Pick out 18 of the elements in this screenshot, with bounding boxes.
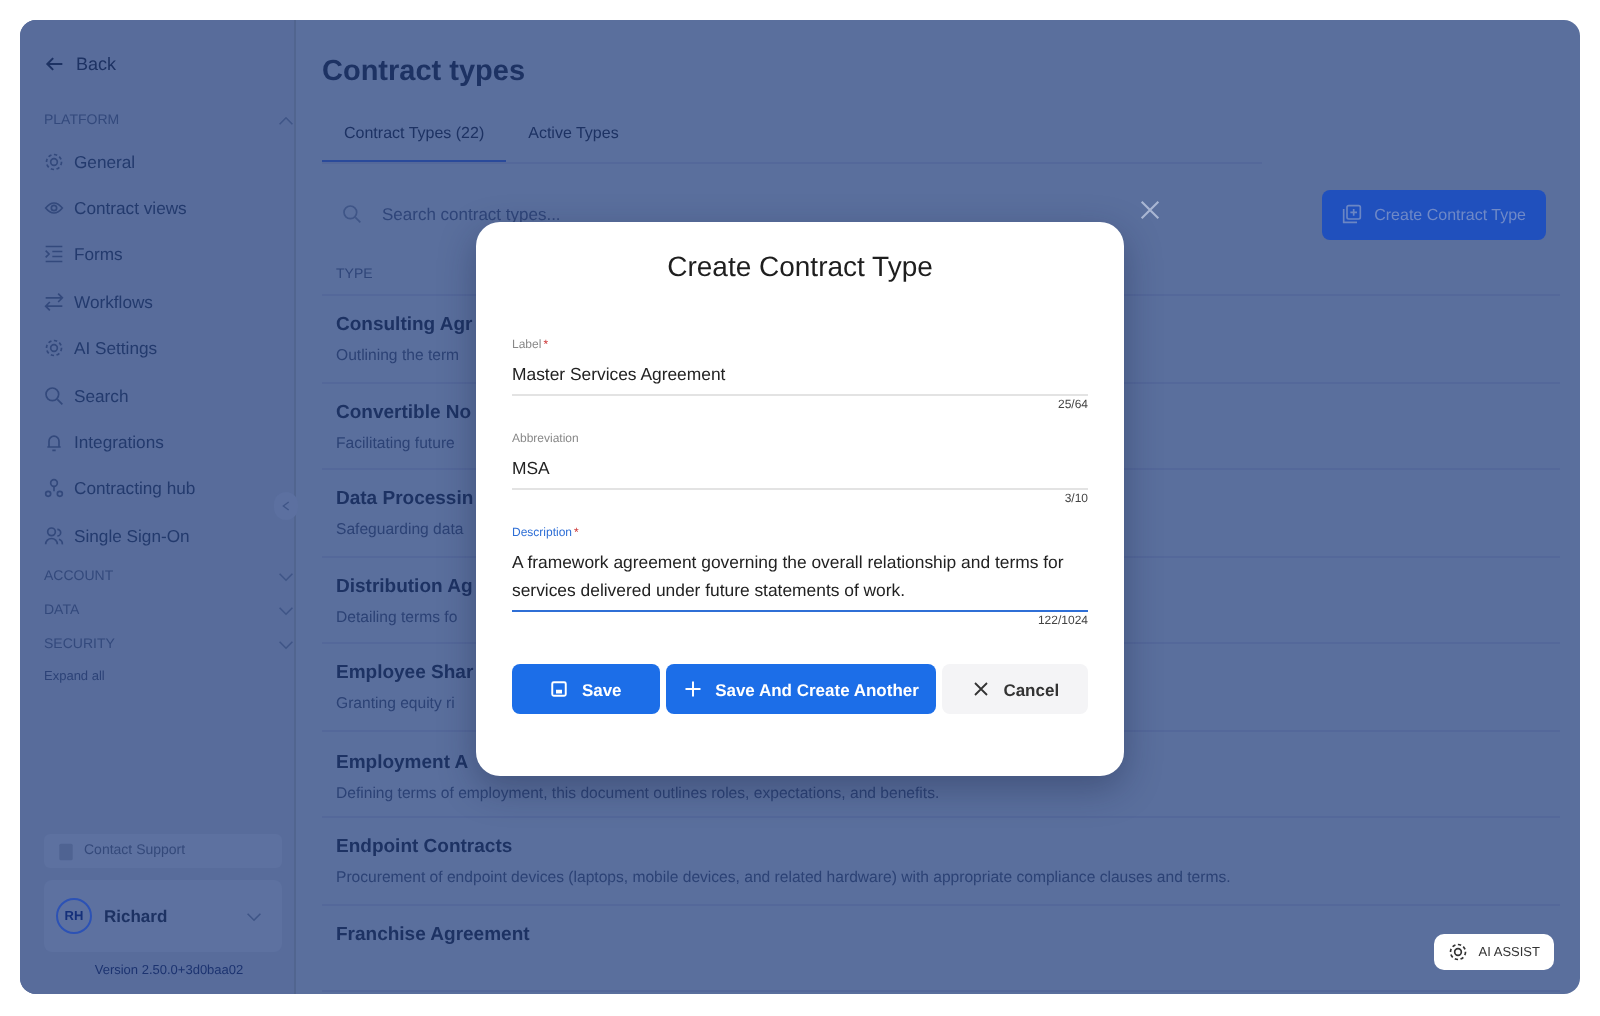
type-name: Employee Shar — [336, 662, 474, 684]
cancel-button[interactable]: Cancel — [942, 664, 1088, 714]
type-name: Distribution Ag — [336, 575, 473, 597]
dialog-title: Create Contract Type — [665, 250, 935, 282]
tab[interactable]: Active Types — [506, 114, 641, 162]
tab[interactable]: Contract Types (22) — [322, 114, 507, 162]
type-name: Employment A — [336, 751, 469, 773]
create-contract-type-button[interactable]: Create Contract Type — [1322, 189, 1546, 239]
type-name: Data Processin — [336, 488, 474, 510]
save-button[interactable]: Save — [512, 664, 660, 714]
user-name: Richard — [104, 906, 170, 926]
type-name: Convertible No — [336, 401, 472, 423]
type-name: Endpoint Contracts — [336, 836, 513, 858]
type-name: Franchise Agreement — [336, 923, 530, 945]
page-title: Contract types — [322, 56, 528, 88]
back-link[interactable]: Back — [44, 48, 294, 80]
type-name: Consulting Agr — [336, 314, 473, 336]
save-and-create-button[interactable]: Save And Create Another — [665, 664, 937, 714]
